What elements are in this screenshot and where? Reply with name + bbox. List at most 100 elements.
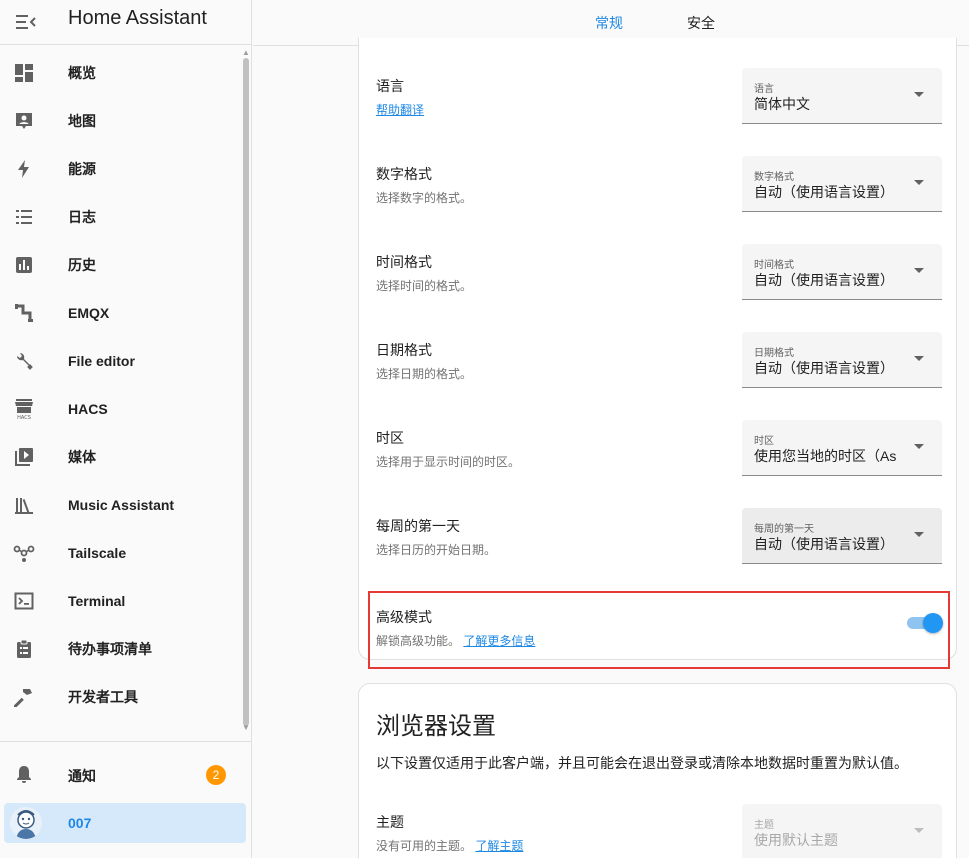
theme-select[interactable]: 主题 使用默认主题 xyxy=(742,804,942,858)
sidebar-item-music-assistant[interactable]: Music Assistant xyxy=(0,481,240,529)
select-label: 每周的第一天 xyxy=(754,524,814,535)
sidebar-item-label: 概览 xyxy=(68,65,96,81)
language-title: 语言 xyxy=(376,78,404,94)
sidebar-item-media[interactable]: 媒体 xyxy=(0,433,240,481)
dropdown-arrow-icon xyxy=(914,268,924,273)
sidebar-item-label: 通知 xyxy=(68,768,96,784)
theme-subtitle: 没有可用的主题。 了解主题 xyxy=(376,837,523,854)
theme-description: 没有可用的主题。 xyxy=(376,839,473,853)
sidebar-item-user-profile[interactable]: 007 xyxy=(4,803,246,843)
sidebar-item-developer-tools[interactable]: 开发者工具 xyxy=(0,673,240,721)
sidebar-item-history[interactable]: 历史 xyxy=(0,241,240,289)
select-value: 自动（使用语言设置） xyxy=(754,536,894,552)
scroll-up-icon[interactable]: ▲ xyxy=(242,48,250,57)
clipboard-list-icon xyxy=(12,637,36,661)
sidebar: Home Assistant 概览 地图 能源 日志 历史 EMQX File … xyxy=(0,0,252,858)
notification-count-badge: 2 xyxy=(206,765,226,785)
scrollbar-thumb[interactable] xyxy=(243,58,249,726)
app-title: Home Assistant xyxy=(68,7,207,29)
help-translate-link[interactable]: 帮助翻译 xyxy=(376,103,424,117)
select-label: 主题 xyxy=(754,820,774,831)
select-value: 使用您当地的时区（As xyxy=(754,448,897,464)
sidebar-item-label: File editor xyxy=(68,353,135,369)
date-format-select[interactable]: 日期格式 自动（使用语言设置） xyxy=(742,332,942,388)
select-label: 时间格式 xyxy=(754,260,794,271)
advanced-mode-subtitle: 解锁高级功能。 了解更多信息 xyxy=(376,632,535,649)
sidebar-item-label: Tailscale xyxy=(68,545,127,561)
select-value: 使用默认主题 xyxy=(754,832,838,848)
dashboard-icon xyxy=(12,61,36,85)
time-format-select[interactable]: 时间格式 自动（使用语言设置） xyxy=(742,244,942,300)
sidebar-item-emqx[interactable]: EMQX xyxy=(0,289,240,337)
library-icon xyxy=(12,493,36,517)
scroll-down-icon[interactable]: ▼ xyxy=(242,723,250,732)
sidebar-scrollbar[interactable]: ▲ ▼ xyxy=(242,48,250,732)
number-format-select[interactable]: 数字格式 自动（使用语言设置） xyxy=(742,156,942,212)
sidebar-item-label: 待办事项清单 xyxy=(68,641,152,657)
sidebar-item-notifications[interactable]: 通知 2 xyxy=(0,750,246,798)
time-format-subtitle: 选择时间的格式。 xyxy=(376,279,473,293)
sidebar-header: Home Assistant xyxy=(0,0,252,45)
advanced-mode-description: 解锁高级功能。 xyxy=(376,634,461,648)
select-label: 数字格式 xyxy=(754,172,794,183)
sidebar-item-tailscale[interactable]: Tailscale xyxy=(0,529,240,577)
sidebar-nav: 概览 地图 能源 日志 历史 EMQX File editor HACS HAC xyxy=(0,49,240,721)
user-name-label: 007 xyxy=(68,815,92,831)
dropdown-arrow-icon xyxy=(914,828,924,833)
dropdown-arrow-icon xyxy=(914,92,924,97)
select-value: 自动（使用语言设置） xyxy=(754,272,894,288)
language-help-link-wrap: 帮助翻译 xyxy=(376,101,424,118)
tailscale-icon xyxy=(12,541,36,565)
sidebar-item-label: 能源 xyxy=(68,161,96,177)
timezone-subtitle: 选择用于显示时间的时区。 xyxy=(376,455,521,469)
first-weekday-row: 每周的第一天 选择日历的开始日期。 每周的第一天 自动（使用语言设置） xyxy=(359,478,958,566)
sidebar-item-overview[interactable]: 概览 xyxy=(0,49,240,97)
play-box-icon xyxy=(12,445,36,469)
learn-more-link[interactable]: 了解更多信息 xyxy=(463,634,535,648)
sidebar-item-label: 开发者工具 xyxy=(68,689,138,705)
browser-settings-heading: 浏览器设置 xyxy=(376,713,496,740)
sidebar-item-file-editor[interactable]: File editor xyxy=(0,337,240,385)
time-format-row: 时间格式 选择时间的格式。 时间格式 自动（使用语言设置） xyxy=(359,214,958,302)
sidebar-item-energy[interactable]: 能源 xyxy=(0,145,240,193)
sidebar-item-label: 日志 xyxy=(68,209,96,225)
sidebar-item-hacs[interactable]: HACS HACS xyxy=(0,385,240,433)
lightning-icon xyxy=(12,157,36,181)
sidebar-item-map[interactable]: 地图 xyxy=(0,97,240,145)
select-label: 时区 xyxy=(754,436,774,447)
first-weekday-title: 每周的第一天 xyxy=(376,518,460,534)
wrench-icon xyxy=(12,349,36,373)
timezone-title: 时区 xyxy=(376,430,404,446)
sidebar-item-terminal[interactable]: Terminal xyxy=(0,577,240,625)
hacs-icon: HACS xyxy=(12,397,36,421)
sidebar-item-label: 地图 xyxy=(68,113,96,129)
number-format-row: 数字格式 选择数字的格式。 数字格式 自动（使用语言设置） xyxy=(359,126,958,214)
sidebar-item-label: 历史 xyxy=(68,257,96,273)
time-format-title: 时间格式 xyxy=(376,254,432,270)
sidebar-item-todo[interactable]: 待办事项清单 xyxy=(0,625,240,673)
select-value: 自动（使用语言设置） xyxy=(754,184,894,200)
select-label: 语言 xyxy=(754,84,774,95)
map-account-icon xyxy=(12,109,36,133)
menu-toggle-button[interactable] xyxy=(12,8,40,36)
sidebar-item-logbook[interactable]: 日志 xyxy=(0,193,240,241)
advanced-mode-row: 高级模式 解锁高级功能。 了解更多信息 xyxy=(359,594,958,660)
chart-box-icon xyxy=(12,253,36,277)
date-format-subtitle: 选择日期的格式。 xyxy=(376,367,473,381)
language-select[interactable]: 语言 简体中文 xyxy=(742,68,942,124)
language-row: 语言 帮助翻译 语言 简体中文 xyxy=(359,38,958,126)
first-weekday-select[interactable]: 每周的第一天 自动（使用语言设置） xyxy=(742,508,942,564)
number-format-subtitle: 选择数字的格式。 xyxy=(376,191,473,205)
timezone-select[interactable]: 时区 使用您当地的时区（As xyxy=(742,420,942,476)
select-value: 简体中文 xyxy=(754,96,810,112)
learn-themes-link[interactable]: 了解主题 xyxy=(475,839,523,853)
timezone-row: 时区 选择用于显示时间的时区。 时区 使用您当地的时区（As xyxy=(359,390,958,478)
date-format-title: 日期格式 xyxy=(376,342,432,358)
select-label: 日期格式 xyxy=(754,348,794,359)
theme-title: 主题 xyxy=(376,814,404,830)
dropdown-arrow-icon xyxy=(914,180,924,185)
date-format-row: 日期格式 选择日期的格式。 日期格式 自动（使用语言设置） xyxy=(359,302,958,390)
bell-icon xyxy=(12,762,36,786)
advanced-mode-toggle[interactable] xyxy=(905,611,943,635)
avatar xyxy=(10,807,42,839)
